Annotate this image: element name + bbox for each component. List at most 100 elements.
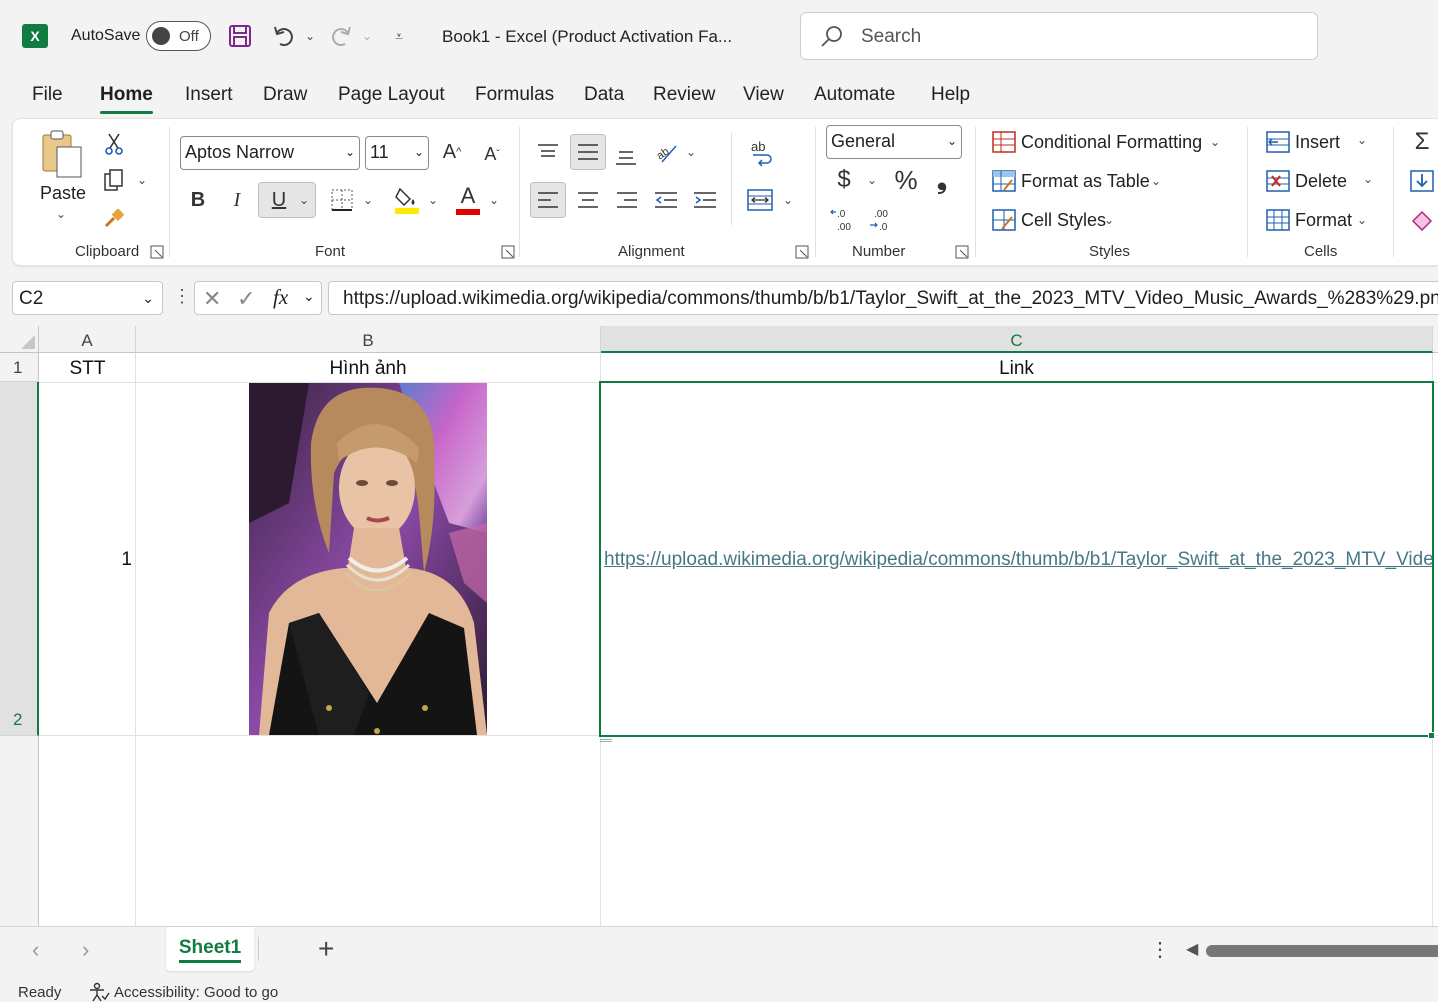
insert-cells-dropdown-icon[interactable]: ⌄	[1357, 133, 1367, 147]
name-box[interactable]: C2 ⌄	[12, 281, 163, 315]
format-as-table-icon[interactable]	[991, 168, 1017, 194]
fill-handle[interactable]	[1428, 732, 1435, 739]
decrease-decimal-icon[interactable]: .00.0	[868, 205, 898, 235]
cell-b1[interactable]: Hình ảnh	[136, 358, 600, 380]
cell-styles-dropdown-icon[interactable]: ⌄	[1104, 213, 1114, 227]
format-cells-dropdown-icon[interactable]: ⌄	[1357, 213, 1367, 227]
format-cells-label[interactable]: Format	[1295, 210, 1352, 231]
cell-styles-icon[interactable]	[991, 207, 1017, 233]
bold-button[interactable]: B	[183, 185, 213, 215]
add-sheet-button[interactable]: +	[318, 933, 334, 965]
portrait-photo[interactable]	[249, 383, 487, 735]
delete-cells-dropdown-icon[interactable]: ⌄	[1363, 172, 1373, 186]
tab-insert[interactable]: Insert	[185, 84, 233, 106]
clipboard-launcher-icon[interactable]	[150, 245, 164, 259]
tab-view[interactable]: View	[743, 84, 784, 106]
cell-a2[interactable]: 1	[40, 549, 132, 571]
increase-decimal-icon[interactable]: .0.00	[829, 205, 859, 235]
previous-sheet-icon[interactable]: ‹	[32, 937, 39, 963]
wrap-text-icon[interactable]: ab	[746, 137, 776, 169]
delete-cells-label[interactable]: Delete	[1295, 171, 1347, 192]
column-header-b[interactable]: B	[136, 326, 601, 353]
conditional-formatting-dropdown-icon[interactable]: ⌄	[1210, 135, 1220, 149]
undo-dropdown-icon[interactable]: ⌄	[296, 22, 324, 50]
conditional-formatting-label[interactable]: Conditional Formatting	[1021, 132, 1202, 153]
borders-icon[interactable]	[327, 185, 357, 215]
underline-button[interactable]: U ⌄	[258, 182, 316, 218]
tab-draw[interactable]: Draw	[263, 84, 307, 106]
paste-dropdown-icon[interactable]: ⌄	[56, 207, 66, 221]
tab-data[interactable]: Data	[584, 84, 624, 106]
fill-icon[interactable]	[1409, 168, 1435, 194]
alignment-launcher-icon[interactable]	[795, 245, 809, 259]
search-input[interactable]	[861, 23, 1301, 51]
borders-dropdown-icon[interactable]: ⌄	[363, 193, 373, 207]
cell-c1[interactable]: Link	[601, 358, 1432, 380]
redo-icon[interactable]	[327, 22, 355, 50]
increase-indent-icon[interactable]	[690, 185, 720, 215]
italic-button[interactable]: I	[222, 185, 252, 215]
shrink-font-icon[interactable]: Aˇ	[477, 139, 507, 169]
font-name-select[interactable]: Aptos Narrow ⌄	[180, 136, 360, 170]
more-options-icon[interactable]: ⋮	[173, 286, 191, 307]
copy-icon[interactable]	[101, 167, 127, 193]
undo-icon[interactable]	[270, 22, 298, 50]
conditional-formatting-icon[interactable]	[991, 129, 1017, 155]
font-color-dropdown-icon[interactable]: ⌄	[489, 193, 499, 207]
merge-dropdown-icon[interactable]: ⌄	[783, 193, 793, 207]
autosave-toggle[interactable]: Off	[146, 21, 211, 51]
format-painter-icon[interactable]	[101, 205, 127, 231]
font-launcher-icon[interactable]	[501, 245, 515, 259]
scroll-left-icon[interactable]: ◀	[1186, 939, 1198, 959]
align-right-icon[interactable]	[612, 185, 642, 215]
column-header-a[interactable]: A	[39, 326, 136, 353]
tab-formulas[interactable]: Formulas	[475, 84, 554, 106]
align-center-icon[interactable]	[573, 185, 603, 215]
row-header-2[interactable]: 2	[0, 382, 39, 736]
chevron-down-icon[interactable]: ⌄	[303, 288, 315, 305]
format-cells-icon[interactable]	[1265, 207, 1291, 233]
select-all-corner[interactable]	[0, 326, 39, 353]
font-size-select[interactable]: 11 ⌄	[365, 136, 429, 170]
comma-style-icon[interactable]: ❟	[929, 164, 955, 195]
merge-center-icon[interactable]	[744, 185, 776, 215]
cancel-icon[interactable]: ✕	[203, 286, 221, 312]
tab-file[interactable]: File	[32, 84, 63, 106]
number-format-select[interactable]: General ⌄	[826, 125, 962, 159]
clear-icon[interactable]	[1409, 207, 1435, 233]
fill-color-dropdown-icon[interactable]: ⌄	[428, 193, 438, 207]
sheet-tab-sheet1[interactable]: Sheet1	[166, 927, 254, 971]
column-header-d[interactable]	[1433, 326, 1438, 353]
accessibility-icon[interactable]	[88, 982, 110, 1002]
insert-cells-icon[interactable]	[1265, 129, 1291, 155]
customize-toolbar-icon[interactable]: ⩡	[385, 22, 413, 50]
tab-page-layout[interactable]: Page Layout	[338, 84, 445, 106]
grow-font-icon[interactable]: A ^	[437, 137, 467, 167]
tab-home[interactable]: Home	[100, 84, 153, 114]
enter-icon[interactable]: ✓	[237, 286, 255, 312]
row-header-1[interactable]: 1	[0, 353, 39, 382]
align-left-icon[interactable]	[530, 182, 566, 218]
paste-icon[interactable]	[39, 129, 85, 181]
delete-cells-icon[interactable]	[1265, 168, 1291, 194]
cell-a1[interactable]: STT	[40, 358, 135, 380]
percent-icon[interactable]: %	[891, 165, 921, 195]
insert-cells-label[interactable]: Insert	[1295, 132, 1340, 153]
cut-icon[interactable]	[101, 131, 127, 157]
formula-input[interactable]: https://upload.wikimedia.org/wikipedia/c…	[328, 281, 1438, 315]
decrease-indent-icon[interactable]	[651, 185, 681, 215]
copy-dropdown-icon[interactable]: ⌄	[137, 173, 147, 187]
tab-review[interactable]: Review	[653, 84, 715, 106]
currency-icon[interactable]: $	[831, 165, 857, 195]
tab-help[interactable]: Help	[931, 84, 970, 106]
cell-styles-label[interactable]: Cell Styles	[1021, 210, 1106, 231]
font-color-icon[interactable]: A	[453, 183, 483, 217]
column-header-c[interactable]: C	[601, 326, 1433, 353]
save-icon[interactable]	[226, 22, 254, 50]
top-align-icon[interactable]	[533, 137, 563, 167]
search-box[interactable]	[800, 12, 1318, 60]
bottom-align-icon[interactable]	[611, 141, 641, 171]
orientation-dropdown-icon[interactable]: ⌄	[686, 145, 696, 159]
tab-automate[interactable]: Automate	[814, 84, 895, 106]
insert-function-icon[interactable]: fx	[273, 285, 288, 310]
